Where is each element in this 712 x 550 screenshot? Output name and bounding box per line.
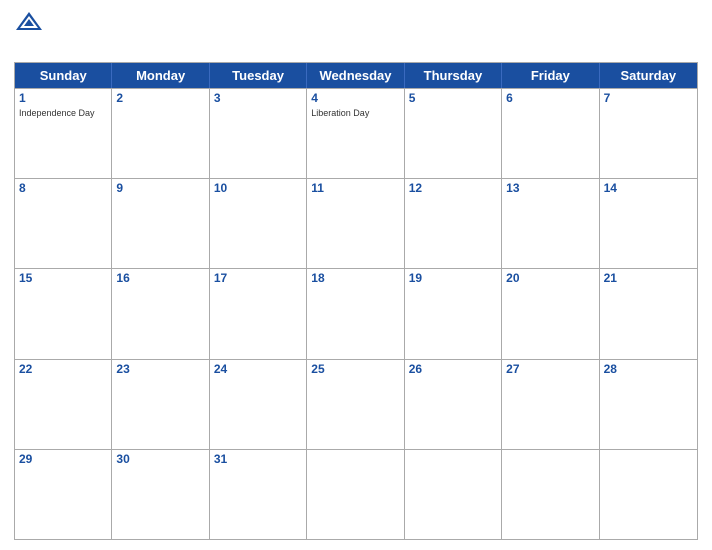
week-row-5: 29 30 31 [15, 449, 697, 539]
day-number: 9 [116, 181, 204, 197]
day-number: 1 [19, 91, 107, 107]
day-number: 24 [214, 362, 302, 378]
cal-cell: 8 [15, 179, 112, 268]
cal-cell: 26 [405, 360, 502, 449]
cal-cell: 21 [600, 269, 697, 358]
header-cell-friday: Friday [502, 63, 599, 88]
cal-cell: 7 [600, 89, 697, 178]
day-number: 15 [19, 271, 107, 287]
day-number: 3 [214, 91, 302, 107]
day-number: 23 [116, 362, 204, 378]
cal-cell: 23 [112, 360, 209, 449]
cal-cell: 10 [210, 179, 307, 268]
day-number: 17 [214, 271, 302, 287]
cal-cell [307, 450, 404, 539]
day-number: 6 [506, 91, 594, 107]
day-number: 29 [19, 452, 107, 468]
day-number: 26 [409, 362, 497, 378]
day-number: 4 [311, 91, 399, 107]
cal-cell: 11 [307, 179, 404, 268]
cal-cell: 24 [210, 360, 307, 449]
day-number: 25 [311, 362, 399, 378]
header-cell-saturday: Saturday [600, 63, 697, 88]
cal-cell: 2 [112, 89, 209, 178]
holiday-label: Liberation Day [311, 108, 399, 119]
cal-cell [405, 450, 502, 539]
day-number: 8 [19, 181, 107, 197]
cal-cell: 19 [405, 269, 502, 358]
week-row-1: 1Independence Day234Liberation Day567 [15, 88, 697, 178]
cal-cell: 3 [210, 89, 307, 178]
week-row-3: 15 16 17 18 19 20 21 [15, 268, 697, 358]
day-number: 7 [604, 91, 693, 107]
day-number: 19 [409, 271, 497, 287]
cal-cell: 18 [307, 269, 404, 358]
header-cell-wednesday: Wednesday [307, 63, 404, 88]
day-number: 10 [214, 181, 302, 197]
week-row-2: 89 10 11 12 13 14 [15, 178, 697, 268]
cal-cell: 4Liberation Day [307, 89, 404, 178]
day-number: 5 [409, 91, 497, 107]
header-cell-monday: Monday [112, 63, 209, 88]
day-number: 27 [506, 362, 594, 378]
header [14, 10, 698, 58]
cal-cell: 20 [502, 269, 599, 358]
cal-cell [600, 450, 697, 539]
day-number: 16 [116, 271, 204, 287]
holiday-label: Independence Day [19, 108, 107, 119]
cal-cell: 1Independence Day [15, 89, 112, 178]
day-number: 20 [506, 271, 594, 287]
cal-cell: 28 [600, 360, 697, 449]
calendar: SundayMondayTuesdayWednesdayThursdayFrid… [14, 62, 698, 540]
day-number: 12 [409, 181, 497, 197]
page: SundayMondayTuesdayWednesdayThursdayFrid… [0, 0, 712, 550]
week-row-4: 22 23 24 25 26 27 28 [15, 359, 697, 449]
header-cell-tuesday: Tuesday [210, 63, 307, 88]
cal-cell: 6 [502, 89, 599, 178]
cal-cell: 16 [112, 269, 209, 358]
logo-icon [14, 10, 44, 34]
header-cell-thursday: Thursday [405, 63, 502, 88]
cal-cell: 31 [210, 450, 307, 539]
cal-cell: 27 [502, 360, 599, 449]
cal-cell: 25 [307, 360, 404, 449]
day-number: 18 [311, 271, 399, 287]
day-number: 2 [116, 91, 204, 107]
cal-cell: 17 [210, 269, 307, 358]
logo [14, 10, 94, 34]
cal-cell: 29 [15, 450, 112, 539]
cal-cell: 14 [600, 179, 697, 268]
calendar-body: 1Independence Day234Liberation Day567891… [15, 88, 697, 539]
cal-cell [502, 450, 599, 539]
cal-cell: 30 [112, 450, 209, 539]
day-number: 30 [116, 452, 204, 468]
day-number: 22 [19, 362, 107, 378]
day-number: 21 [604, 271, 693, 287]
cal-cell: 13 [502, 179, 599, 268]
day-number: 13 [506, 181, 594, 197]
cal-cell: 22 [15, 360, 112, 449]
day-number: 28 [604, 362, 693, 378]
cal-cell: 15 [15, 269, 112, 358]
day-number: 14 [604, 181, 693, 197]
day-number: 31 [214, 452, 302, 468]
cal-cell: 9 [112, 179, 209, 268]
cal-cell: 5 [405, 89, 502, 178]
header-cell-sunday: Sunday [15, 63, 112, 88]
calendar-header: SundayMondayTuesdayWednesdayThursdayFrid… [15, 63, 697, 88]
day-number: 11 [311, 181, 399, 197]
cal-cell: 12 [405, 179, 502, 268]
